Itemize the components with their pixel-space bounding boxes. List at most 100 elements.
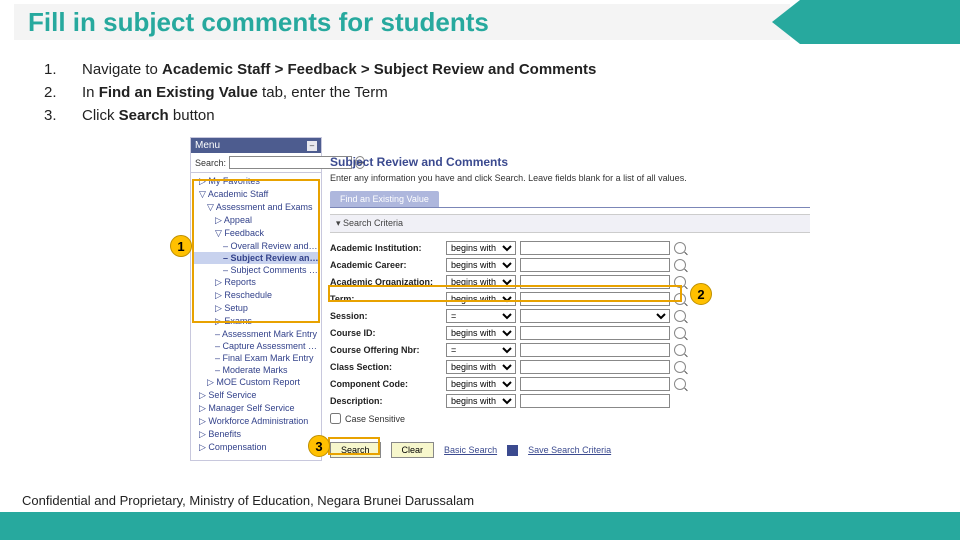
criteria-value-input[interactable] [520, 343, 670, 357]
content-heading: Subject Review and Comments [330, 155, 810, 169]
criteria-label: Term: [330, 294, 442, 304]
nav-tree-item[interactable]: – Subject Comments Year 7 and 8 [193, 264, 319, 276]
criteria-row: Academic Organization: begins with [330, 273, 810, 290]
nav-tree-item[interactable]: ▽ Feedback [193, 227, 319, 240]
instruction-step: 3.Click Search button [44, 104, 916, 127]
callout-3: 3 [308, 435, 330, 457]
lookup-icon[interactable] [674, 242, 686, 254]
nav-tree-item[interactable]: ▷ Manager Self Service [193, 402, 319, 415]
lookup-icon[interactable] [674, 361, 686, 373]
save-criteria-link[interactable]: Save Search Criteria [528, 445, 611, 455]
case-sensitive-checkbox[interactable] [330, 413, 341, 424]
criteria-row: Class Section: begins with [330, 358, 810, 375]
nav-tree-item[interactable]: ▷ My Favorites [193, 175, 319, 188]
title-bar: Fill in subject comments for students [0, 0, 960, 44]
lookup-icon[interactable] [674, 310, 686, 322]
criteria-label: Course ID: [330, 328, 442, 338]
lookup-icon[interactable] [674, 327, 686, 339]
footer-text: Confidential and Proprietary, Ministry o… [22, 493, 474, 508]
criteria-row: Component Code: begins with [330, 375, 810, 392]
criteria-value-input[interactable] [520, 326, 670, 340]
nav-tree-item[interactable]: ▷ Appeal [193, 214, 319, 227]
chevron-decoration [760, 0, 960, 44]
content-instruction: Enter any information you have and click… [330, 173, 810, 183]
criteria-label: Academic Institution: [330, 243, 442, 253]
nav-tree-item[interactable]: ▷ MOE Custom Report [193, 376, 319, 389]
nav-tree-item[interactable]: ▷ Self Service [193, 389, 319, 402]
menu-titlebar: Menu – [191, 138, 321, 153]
criteria-label: Academic Career: [330, 260, 442, 270]
criteria-label: Session: [330, 311, 442, 321]
criteria-label: Course Offering Nbr: [330, 345, 442, 355]
lookup-icon[interactable] [674, 378, 686, 390]
search-button[interactable]: Search [330, 442, 381, 458]
criteria-value-input[interactable] [520, 394, 670, 408]
nav-tree-item[interactable]: ▽ Assessment and Exams [193, 201, 319, 214]
nav-tree-item[interactable]: – Subject Review and Comments [193, 252, 319, 264]
tab-find-existing[interactable]: Find an Existing Value [330, 191, 439, 207]
minimize-icon[interactable]: – [307, 141, 317, 151]
screenshot-mock: Menu – Search: ≫ ▷ My Favorites▽ Academi… [190, 137, 810, 477]
criteria-table: Academic Institution:begins withAcademic… [330, 239, 810, 409]
nav-tree-item[interactable]: ▷ Setup [193, 302, 319, 315]
criteria-label: Description: [330, 396, 442, 406]
criteria-row: Description: begins with [330, 392, 810, 409]
criteria-value-input[interactable] [520, 241, 670, 255]
page-title: Fill in subject comments for students [28, 7, 489, 38]
criteria-operator-select[interactable]: = [446, 343, 516, 357]
criteria-value-select[interactable] [520, 309, 670, 323]
criteria-operator-select[interactable]: begins with [446, 394, 516, 408]
nav-tree-item[interactable]: ▽ Academic Staff [193, 188, 319, 201]
criteria-row: Academic Career: begins with [330, 256, 810, 273]
nav-tree-item[interactable]: ▷ Compensation [193, 441, 319, 454]
criteria-operator-select[interactable]: begins with [446, 377, 516, 391]
criteria-value-input[interactable] [520, 275, 670, 289]
callout-2: 2 [690, 283, 712, 305]
criteria-operator-select[interactable]: begins with [446, 275, 516, 289]
search-criteria-header[interactable]: Search Criteria [330, 214, 810, 233]
criteria-label: Academic Organization: [330, 277, 442, 287]
nav-tree-item[interactable]: – Assessment Mark Entry [193, 328, 319, 340]
menu-search-label: Search: [195, 158, 226, 168]
lookup-icon[interactable] [674, 276, 686, 288]
criteria-operator-select[interactable]: = [446, 309, 516, 323]
footer-band [0, 512, 960, 540]
criteria-row: Course ID: begins with [330, 324, 810, 341]
criteria-value-input[interactable] [520, 360, 670, 374]
criteria-operator-select[interactable]: begins with [446, 241, 516, 255]
callout-1: 1 [170, 235, 192, 257]
nav-tree-item[interactable]: ▷ Workforce Administration [193, 415, 319, 428]
lookup-icon[interactable] [674, 344, 686, 356]
criteria-label: Class Section: [330, 362, 442, 372]
nav-tree-item[interactable]: ▷ Reschedule [193, 289, 319, 302]
menu-title-text: Menu [195, 140, 220, 151]
instruction-step: 1.Navigate to Academic Staff > Feedback … [44, 58, 916, 81]
basic-search-link[interactable]: Basic Search [444, 445, 497, 455]
tab-bar: Find an Existing Value [330, 191, 810, 208]
nav-tree-item[interactable]: ▷ Reports [193, 276, 319, 289]
clear-button[interactable]: Clear [391, 442, 435, 458]
criteria-label: Component Code: [330, 379, 442, 389]
nav-tree-item[interactable]: ▷ Exams [193, 315, 319, 328]
criteria-value-input[interactable] [520, 377, 670, 391]
nav-tree-item[interactable]: – Overall Review and Comments [193, 240, 319, 252]
nav-tree-item[interactable]: – Final Exam Mark Entry [193, 352, 319, 364]
instruction-step: 2.In Find an Existing Value tab, enter t… [44, 81, 916, 104]
nav-tree-item[interactable]: – Capture Assessment Data [193, 340, 319, 352]
case-sensitive-label: Case Sensitive [345, 414, 405, 424]
lookup-icon[interactable] [674, 293, 686, 305]
criteria-value-input[interactable] [520, 292, 670, 306]
criteria-row: Session: = [330, 307, 810, 324]
criteria-row: Term: begins with [330, 290, 810, 307]
criteria-operator-select[interactable]: begins with [446, 360, 516, 374]
nav-tree-item[interactable]: – Moderate Marks [193, 364, 319, 376]
menu-search-row: Search: ≫ [191, 153, 321, 173]
lookup-icon[interactable] [674, 259, 686, 271]
criteria-value-input[interactable] [520, 258, 670, 272]
criteria-operator-select[interactable]: begins with [446, 326, 516, 340]
criteria-operator-select[interactable]: begins with [446, 292, 516, 306]
nav-tree-item[interactable]: ▷ Benefits [193, 428, 319, 441]
nav-menu-panel: Menu – Search: ≫ ▷ My Favorites▽ Academi… [190, 137, 322, 461]
case-sensitive-row: Case Sensitive [330, 413, 810, 424]
criteria-operator-select[interactable]: begins with [446, 258, 516, 272]
